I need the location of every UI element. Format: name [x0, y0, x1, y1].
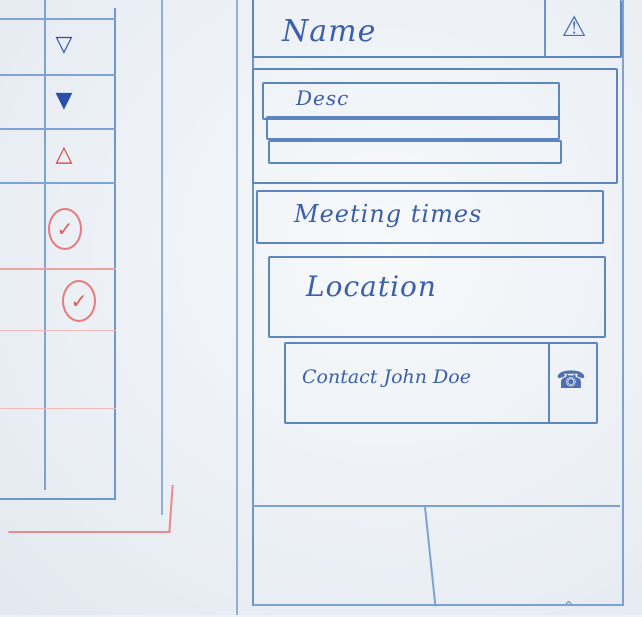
- contact-divider: [548, 342, 550, 422]
- list-row-divider: [0, 268, 116, 270]
- list-item-check-circle-icon[interactable]: ✓: [48, 208, 82, 250]
- bottom-toolbar: [252, 505, 620, 507]
- list-item-status-icon[interactable]: ▽: [44, 28, 84, 62]
- list-row-divider: [0, 128, 116, 130]
- description-line: [266, 116, 560, 140]
- list-item-warning-icon[interactable]: △: [44, 138, 84, 172]
- location-label: Location: [306, 270, 437, 303]
- meeting-times-label: Meeting times: [294, 200, 483, 228]
- list-table: [0, 8, 116, 500]
- list-item-status-icon[interactable]: ▼: [44, 84, 84, 118]
- name-label: Name: [282, 14, 377, 49]
- description-line: [268, 140, 562, 164]
- list-row-divider: [0, 182, 116, 184]
- list-row-divider: [0, 74, 116, 76]
- contact-label: Contact John Doe: [302, 366, 471, 388]
- warning-icon[interactable]: ⚠: [556, 6, 592, 46]
- list-row-divider: [0, 18, 116, 20]
- selection-bracket: [8, 485, 174, 533]
- list-item-check-circle-icon[interactable]: ✓: [62, 280, 96, 322]
- list-row-divider: [0, 330, 116, 331]
- up-caret-icon: ^: [562, 598, 576, 617]
- list-outer-frame: [127, 0, 163, 515]
- description-label: Desc: [296, 86, 350, 110]
- name-header-divider: [544, 0, 546, 56]
- list-row-divider: [0, 408, 116, 409]
- phone-icon[interactable]: ☎: [553, 360, 589, 400]
